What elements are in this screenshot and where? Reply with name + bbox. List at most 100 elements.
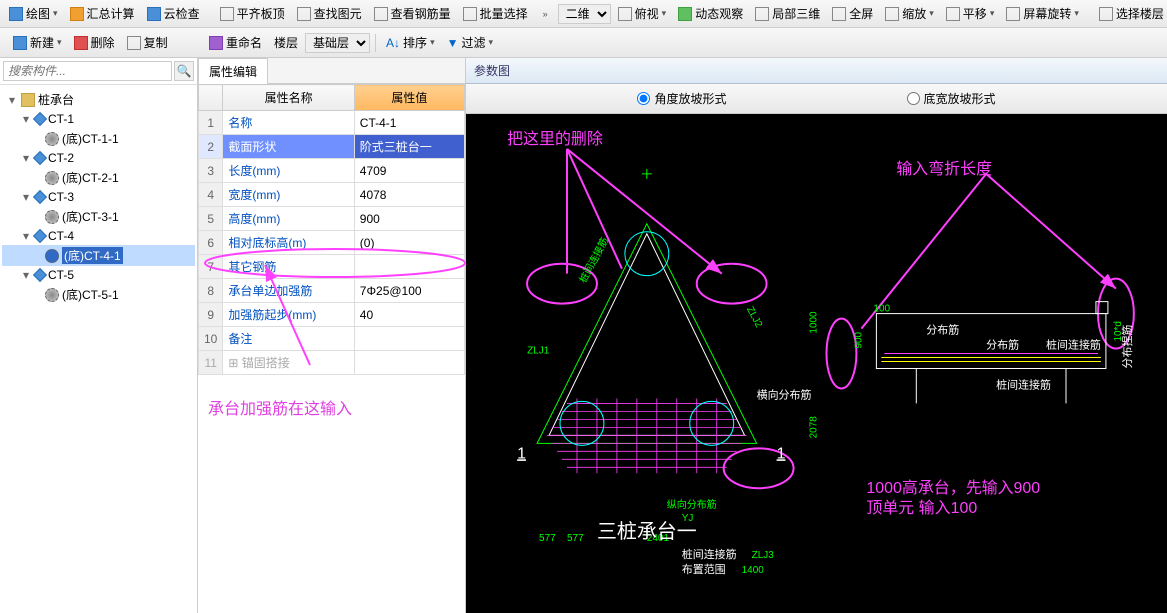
find-elem-button[interactable]: 查找图元 [292,3,367,24]
svg-text:577: 577 [567,533,584,544]
svg-text:1: 1 [517,445,526,462]
slope-mode-radios: 角度放坡形式 底宽放坡形式 [466,84,1167,114]
chevron-down-icon[interactable]: » [543,9,548,19]
property-row[interactable]: 3长度(mm)4709 [199,159,465,183]
folder-icon [21,93,35,107]
property-row[interactable]: 8承台单边加强筋7Φ25@100 [199,279,465,303]
gear-icon [45,288,59,302]
property-row[interactable]: 11⊞ 锚固搭接 [199,351,465,375]
rename-button[interactable]: 重命名 [204,32,267,53]
filter-button[interactable]: ▼过滤▾ [442,32,498,53]
select-floor-button[interactable]: 选择楼层 [1094,3,1167,24]
annotation-left: 承台加强筋在这输入 [198,375,465,439]
tree-item[interactable]: (底)CT-3-1 [2,206,195,227]
col-value: 属性值 [354,85,464,111]
cloud-check-button[interactable]: 云检查 [142,3,205,24]
param-diagram-panel: 参数图 角度放坡形式 底宽放坡形式 把这里的删除 输入弯折长度 1000高承台，… [466,58,1167,613]
tree-item[interactable]: (底)CT-5-1 [2,284,195,305]
tab-property-edit[interactable]: 属性编辑 [198,58,268,84]
svg-text:分布捏筋: 分布捏筋 [1120,325,1134,369]
diagram-viewport[interactable]: 把这里的删除 输入弯折长度 1000高承台，先输入900 顶单元 输入100 [466,114,1167,613]
funnel-icon: ▼ [447,36,459,50]
floor-label: 楼层 [269,32,303,53]
orbit-icon [678,7,692,21]
diamond-icon [33,268,47,282]
annot-delete: 把这里的删除 [507,130,603,148]
svg-text:900: 900 [853,331,864,348]
svg-text:布置范围: 布置范围 [682,562,726,576]
copy-button[interactable]: 复制 [122,32,173,53]
sort-button[interactable]: A↓排序▾ [381,32,440,53]
search-button[interactable]: 🔍 [174,61,194,81]
tree-item[interactable]: (底)CT-2-1 [2,167,195,188]
svg-text:分布筋: 分布筋 [986,338,1019,352]
tree-item[interactable]: (底)CT-4-1 [2,245,195,266]
cloud-icon [147,7,161,21]
batch-icon [463,7,477,21]
new-button[interactable]: 新建▾ [8,32,67,53]
floor-select[interactable]: 基础层 [305,33,370,53]
screen-rotate-button[interactable]: 屏幕旋转▾ [1001,3,1084,24]
floor-icon [1099,7,1113,21]
tree-group[interactable]: ▾CT-3 [2,188,195,206]
component-tree-panel: 🔍 ▾ 桩承台 ▾CT-1(底)CT-1-1▾CT-2(底)CT-2-1▾CT-… [0,58,198,613]
diamond-icon [33,151,47,165]
rebar-icon [374,7,388,21]
sum-calc-button[interactable]: 汇总计算 [65,3,140,24]
gear-icon [45,171,59,185]
delete-icon [74,36,88,50]
tree-group[interactable]: ▾CT-5 [2,266,195,284]
svg-text:分布筋: 分布筋 [926,323,959,337]
tree-root[interactable]: ▾ 桩承台 [2,89,195,110]
delete-button[interactable]: 删除 [69,32,120,53]
svg-text:纵向分布筋: 纵向分布筋 [667,498,717,511]
radio-angle-slope[interactable]: 角度放坡形式 [637,90,726,107]
component-tree[interactable]: ▾ 桩承台 ▾CT-1(底)CT-1-1▾CT-2(底)CT-2-1▾CT-3(… [0,85,197,309]
property-row[interactable]: 4宽度(mm)4078 [199,183,465,207]
svg-text:1400: 1400 [742,565,765,576]
search-input[interactable] [3,61,172,81]
draw-button[interactable]: 绘图▾ [4,3,63,24]
tree-group[interactable]: ▾CT-1 [2,110,195,128]
property-row[interactable]: 1名称CT-4-1 [199,111,465,135]
pan-button[interactable]: 平移▾ [941,3,1000,24]
property-row[interactable]: 10备注 [199,327,465,351]
secondary-toolbar: 新建▾ 删除 复制 重命名 楼层 基础层 A↓排序▾ ▼过滤▾ [0,28,1167,58]
annot-bend: 输入弯折长度 [896,160,992,178]
property-row[interactable]: 6相对底标高(m)(0) [199,231,465,255]
new-icon [13,36,27,50]
diagram-caption: 三桩承台一 [597,520,697,543]
svg-text:桩间连接筋: 桩间连接筋 [1046,338,1101,352]
diamond-icon [33,112,47,126]
property-table: 属性名称 属性值 1名称CT-4-12截面形状阶式三桩台一3长度(mm)4709… [198,84,465,375]
iso-view-button[interactable]: 俯视▾ [613,3,672,24]
align-top-button[interactable]: 平齐板顶 [215,3,290,24]
zoom-button[interactable]: 缩放▾ [880,3,939,24]
property-row[interactable]: 9加强筋起步(mm)40 [199,303,465,327]
view-rebar-button[interactable]: 查看钢筋量 [369,3,456,24]
gear-icon [45,132,59,146]
property-row[interactable]: 5高度(mm)900 [199,207,465,231]
param-title: 参数图 [466,58,1167,84]
svg-text:横向分布筋: 横向分布筋 [757,387,812,401]
tree-group[interactable]: ▾CT-2 [2,149,195,167]
gear-icon [45,249,59,263]
dyn-observe-button[interactable]: 动态观察 [673,3,748,24]
tree-group[interactable]: ▾CT-4 [2,227,195,245]
property-row[interactable]: 2截面形状阶式三桩台一 [199,135,465,159]
fullscreen-button[interactable]: 全屏 [827,3,878,24]
radio-width-slope[interactable]: 底宽放坡形式 [907,90,996,107]
batch-select-button[interactable]: 批量选择 [458,3,533,24]
col-name: 属性名称 [223,85,354,111]
svg-text:ZLJ2: ZLJ2 [744,305,764,330]
primary-toolbar: 绘图▾ 汇总计算 云检查 平齐板顶 查找图元 查看钢筋量 批量选择 » 二维 俯… [0,0,1167,28]
gear-icon [45,210,59,224]
local-3d-button[interactable]: 局部三维 [750,3,825,24]
svg-text:ZLJ1: ZLJ1 [527,346,550,357]
svg-text:577: 577 [539,533,556,544]
diamond-icon [33,190,47,204]
svg-text:桩间连接筋: 桩间连接筋 [682,547,737,561]
property-row[interactable]: 7其它钢筋 [199,255,465,279]
view-mode-select[interactable]: 二维 [558,4,611,24]
tree-item[interactable]: (底)CT-1-1 [2,128,195,149]
